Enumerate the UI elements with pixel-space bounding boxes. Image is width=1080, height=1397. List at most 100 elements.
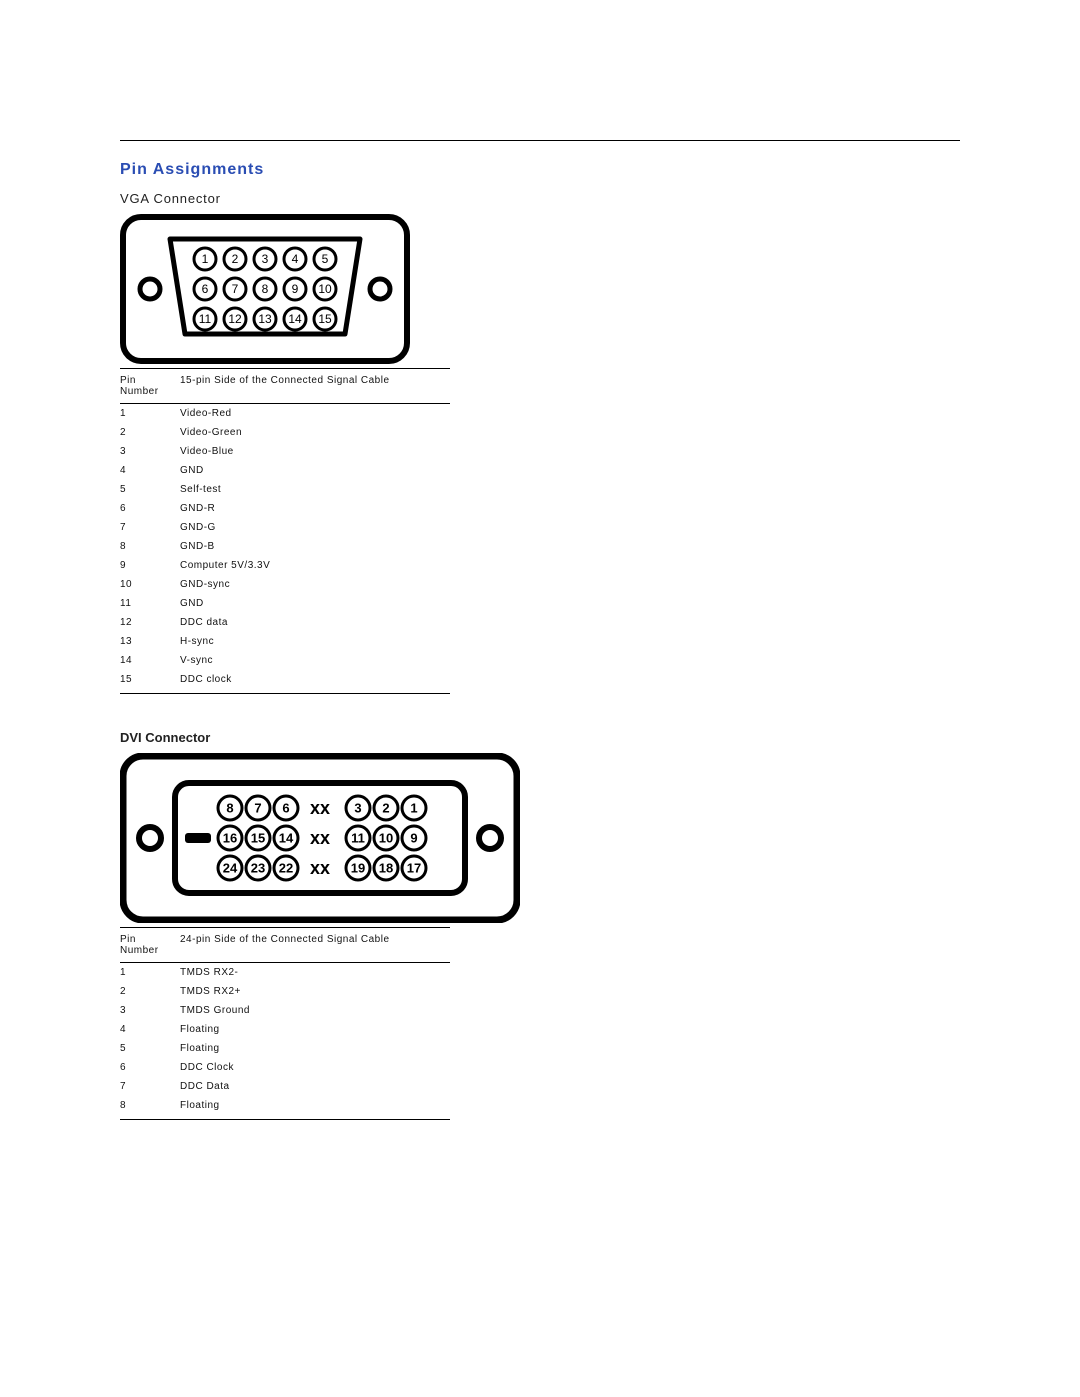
pin-number: 13 [120,632,180,651]
pin-number: 1 [120,963,180,983]
svg-text:7: 7 [232,282,239,296]
pin-desc: GND [180,461,450,480]
svg-text:11: 11 [351,831,365,846]
svg-text:2: 2 [232,252,239,266]
pin-number: 12 [120,613,180,632]
table-row: 15DDC clock [120,670,450,694]
svg-text:16: 16 [223,831,237,846]
svg-text:xx: xx [310,828,330,848]
pin-desc: Floating [180,1039,450,1058]
pin-number: 14 [120,651,180,670]
svg-text:15: 15 [318,312,332,326]
svg-text:8: 8 [262,282,269,296]
pin-number: 3 [120,442,180,461]
pin-desc: Computer 5V/3.3V [180,556,450,575]
divider [120,140,960,141]
svg-text:4: 4 [292,252,299,266]
table-row: 5Self-test [120,480,450,499]
pin-number: 6 [120,1058,180,1077]
pin-desc: GND-G [180,518,450,537]
svg-text:1: 1 [410,801,417,816]
table-row: 5Floating [120,1039,450,1058]
table-row: 9Computer 5V/3.3V [120,556,450,575]
pin-number: 3 [120,1001,180,1020]
dvi-connector-diagram: 8 7 6 xx 3 2 1 16 15 14 xx 11 10 9 24 23… [120,753,520,923]
pin-number: 9 [120,556,180,575]
pin-desc: DDC data [180,613,450,632]
svg-text:3: 3 [354,801,361,816]
table-row: 1TMDS RX2- [120,963,450,983]
table-row: 4GND [120,461,450,480]
svg-text:9: 9 [410,831,417,846]
svg-text:10: 10 [379,831,393,846]
pin-desc: Video-Green [180,423,450,442]
pin-desc: V-sync [180,651,450,670]
vga-pin-table: Pin Number 15-pin Side of the Connected … [120,368,450,694]
pin-number: 4 [120,1020,180,1039]
pin-desc: DDC clock [180,670,450,694]
vga-connector-diagram: 1 2 3 4 5 6 7 8 9 10 11 12 13 14 15 [120,214,410,364]
svg-text:1: 1 [202,252,209,266]
pin-number: 4 [120,461,180,480]
table-row: 4Floating [120,1020,450,1039]
pin-number: 11 [120,594,180,613]
pin-number: 7 [120,518,180,537]
svg-text:23: 23 [251,861,265,876]
vga-subtitle: VGA Connector [120,191,960,206]
table-row: 2TMDS RX2+ [120,982,450,1001]
svg-text:11: 11 [199,312,212,326]
pin-desc: GND [180,594,450,613]
table-row: 7GND-G [120,518,450,537]
table-row: 3Video-Blue [120,442,450,461]
table-row: 7DDC Data [120,1077,450,1096]
svg-text:xx: xx [310,798,330,818]
table-row: 8GND-B [120,537,450,556]
svg-text:5: 5 [322,252,329,266]
pin-desc: TMDS RX2- [180,963,450,983]
pin-desc: Floating [180,1020,450,1039]
table-header-pin: Pin Number [120,369,180,404]
dvi-pin-table: Pin Number 24-pin Side of the Connected … [120,927,450,1120]
svg-text:2: 2 [382,801,389,816]
pin-desc: TMDS RX2+ [180,982,450,1001]
svg-text:6: 6 [282,801,289,816]
table-row: 14V-sync [120,651,450,670]
table-row: 13H-sync [120,632,450,651]
svg-text:19: 19 [351,861,365,876]
section-title: Pin Assignments [120,161,960,179]
pin-desc: DDC Clock [180,1058,450,1077]
svg-text:3: 3 [262,252,269,266]
pin-number: 7 [120,1077,180,1096]
svg-text:9: 9 [292,282,299,296]
pin-number: 5 [120,480,180,499]
pin-desc: GND-sync [180,575,450,594]
svg-text:xx: xx [310,858,330,878]
pin-number: 10 [120,575,180,594]
table-row: 12DDC data [120,613,450,632]
pin-desc: Video-Blue [180,442,450,461]
pin-desc: Video-Red [180,404,450,424]
svg-text:6: 6 [202,282,209,296]
svg-text:24: 24 [223,861,238,876]
pin-number: 8 [120,537,180,556]
table-header-pin: Pin Number [120,928,180,963]
table-row: 11GND [120,594,450,613]
pin-desc: TMDS Ground [180,1001,450,1020]
pin-desc: Floating [180,1096,450,1120]
svg-text:14: 14 [288,312,302,326]
svg-text:22: 22 [279,861,293,876]
svg-text:7: 7 [254,801,261,816]
pin-desc: H-sync [180,632,450,651]
table-row: 8Floating [120,1096,450,1120]
svg-text:14: 14 [279,831,294,846]
table-row: 1Video-Red [120,404,450,424]
table-row: 3TMDS Ground [120,1001,450,1020]
table-row: 2Video-Green [120,423,450,442]
pin-number: 2 [120,423,180,442]
svg-text:12: 12 [228,312,242,326]
pin-desc: GND-R [180,499,450,518]
svg-text:13: 13 [258,312,272,326]
pin-number: 8 [120,1096,180,1120]
svg-text:10: 10 [318,282,332,296]
table-header-desc: 24-pin Side of the Connected Signal Cabl… [180,928,450,963]
